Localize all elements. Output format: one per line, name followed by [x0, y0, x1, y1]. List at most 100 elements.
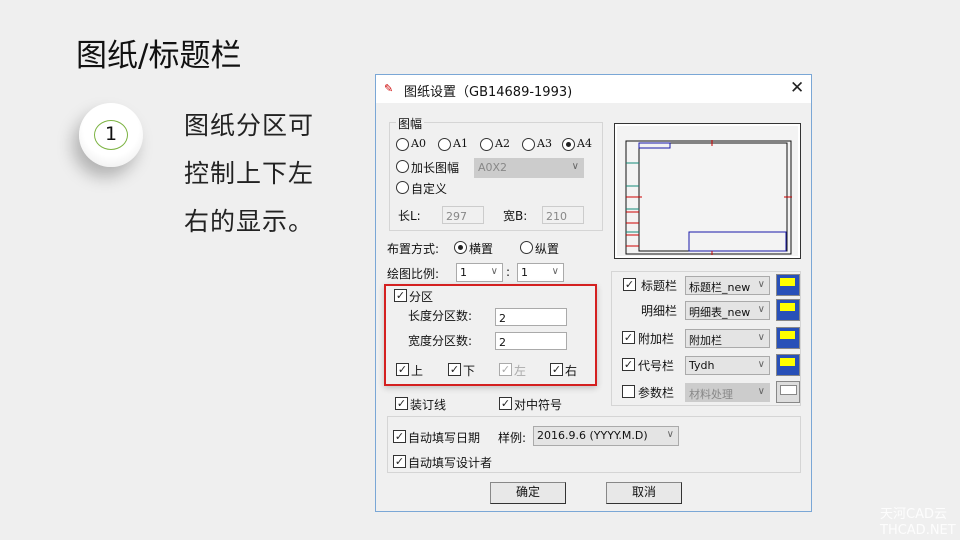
- block-value: 材料处理: [689, 388, 733, 401]
- block-checkbox[interactable]: ✓: [622, 331, 635, 344]
- portrait-label: 纵置: [535, 242, 560, 256]
- edit-block-icon[interactable]: [776, 327, 800, 349]
- center-mark-checkbox[interactable]: ✓: [499, 397, 512, 410]
- auto-date-label: 自动填写日期: [408, 431, 481, 445]
- zone-length-input[interactable]: 2: [495, 308, 567, 326]
- block-value: 明细表_new: [689, 306, 751, 319]
- extended-label: 加长图幅: [411, 161, 460, 175]
- block-select[interactable]: 附加栏 ∨: [685, 329, 770, 348]
- description-line: 图纸分区可: [184, 111, 315, 140]
- custom-radio[interactable]: [396, 181, 409, 194]
- paper-size-group-label: 图幅: [396, 115, 425, 132]
- step-badge: 1: [79, 103, 143, 167]
- size-label: A0: [411, 137, 426, 150]
- date-format-select[interactable]: 2016.9.6 (YYYY.M.D) ∨: [533, 426, 679, 446]
- binding-checkbox[interactable]: ✓: [395, 397, 408, 410]
- landscape-label: 横置: [469, 242, 494, 256]
- size-radio-a3[interactable]: [522, 138, 535, 151]
- edit-block-icon[interactable]: [776, 354, 800, 376]
- size-radio-a0[interactable]: [396, 138, 409, 151]
- length-input[interactable]: 297: [442, 206, 484, 224]
- block-label: 明细栏: [641, 304, 678, 318]
- size-radio-a1[interactable]: [438, 138, 451, 151]
- auto-designer-checkbox[interactable]: ✓: [393, 455, 406, 468]
- drawing-preview: [614, 123, 801, 259]
- side-label: 左: [514, 364, 527, 378]
- width-label: 宽B:: [503, 209, 528, 223]
- chevron-down-icon: ∨: [757, 332, 765, 343]
- side-label: 右: [565, 364, 578, 378]
- custom-label: 自定义: [411, 182, 448, 196]
- auto-date-checkbox[interactable]: ✓: [393, 430, 406, 443]
- size-label: A3: [537, 137, 552, 150]
- watermark-en: THCAD.NET: [880, 523, 956, 538]
- block-checkbox[interactable]: ✓: [623, 278, 636, 291]
- extended-radio[interactable]: [396, 160, 409, 173]
- size-radio-a2[interactable]: [480, 138, 493, 151]
- side-checkbox-2: ✓: [499, 363, 512, 376]
- block-checkbox[interactable]: ✓: [622, 358, 635, 371]
- chevron-down-icon: ∨: [666, 429, 674, 440]
- scale-right-select[interactable]: 1 ∨: [517, 263, 564, 282]
- close-button[interactable]: ✕: [790, 78, 804, 98]
- size-label: A1: [453, 137, 468, 150]
- zone-width-label: 宽度分区数:: [408, 334, 473, 348]
- zone-width-input[interactable]: 2: [495, 332, 567, 350]
- chevron-down-icon: ∨: [757, 304, 765, 315]
- scale-left-select[interactable]: 1 ∨: [456, 263, 503, 282]
- block-label: 附加栏: [638, 332, 675, 346]
- length-label: 长L:: [398, 209, 421, 223]
- sample-label: 样例:: [498, 431, 527, 445]
- description: 图纸分区可 控制上下左 右的显示。: [184, 102, 314, 246]
- block-select[interactable]: 标题栏_new ∨: [685, 276, 770, 295]
- drawing-settings-dialog: ✎ 图纸设置（GB14689-1993) ✕ 图幅 加长图幅 A0X2 ∨ 自定义…: [375, 74, 812, 512]
- block-select: 材料处理 ∨: [685, 383, 770, 402]
- dialog-title: 图纸设置（GB14689-1993): [404, 85, 573, 100]
- extended-select[interactable]: A0X2 ∨: [474, 158, 584, 178]
- title-bar: ✎ 图纸设置（GB14689-1993) ✕: [376, 75, 811, 103]
- size-label: A4: [577, 137, 592, 150]
- step-number: 1: [94, 120, 128, 150]
- side-label: 下: [463, 364, 476, 378]
- edit-block-icon[interactable]: [776, 299, 800, 321]
- edit-block-icon: [776, 381, 800, 403]
- block-checkbox[interactable]: [622, 385, 635, 398]
- cancel-button[interactable]: 取消: [606, 482, 682, 504]
- block-value: Tydh: [689, 359, 715, 372]
- side-checkbox-0[interactable]: ✓: [396, 363, 409, 376]
- auto-designer-label: 自动填写设计者: [408, 456, 493, 470]
- block-label: 标题栏: [641, 279, 678, 293]
- side-checkbox-1[interactable]: ✓: [448, 363, 461, 376]
- block-select[interactable]: Tydh ∨: [685, 356, 770, 375]
- zone-label: 分区: [409, 290, 434, 304]
- chevron-down-icon: ∨: [551, 266, 559, 277]
- chevron-down-icon: ∨: [757, 279, 765, 290]
- zone-length-label: 长度分区数:: [408, 309, 473, 323]
- portrait-radio[interactable]: [520, 241, 533, 254]
- extended-value: A0X2: [478, 161, 508, 174]
- size-radio-a4[interactable]: [562, 138, 575, 151]
- zone-checkbox[interactable]: ✓: [394, 289, 407, 302]
- app-icon: ✎: [384, 82, 394, 95]
- chevron-down-icon: ∨: [490, 266, 498, 277]
- side-label: 上: [411, 364, 424, 378]
- chevron-down-icon: ∨: [757, 359, 765, 370]
- chevron-down-icon: ∨: [757, 386, 765, 397]
- side-checkbox-3[interactable]: ✓: [550, 363, 563, 376]
- slide-title: 图纸/标题栏: [76, 38, 242, 74]
- block-select[interactable]: 明细表_new ∨: [685, 301, 770, 320]
- size-label: A2: [495, 137, 510, 150]
- width-input[interactable]: 210: [542, 206, 584, 224]
- layout-label: 布置方式:: [387, 242, 440, 256]
- center-mark-label: 对中符号: [514, 398, 563, 412]
- scale-left-value: 1: [460, 266, 467, 279]
- landscape-radio[interactable]: [454, 241, 467, 254]
- edit-block-icon[interactable]: [776, 274, 800, 296]
- binding-label: 装订线: [410, 398, 447, 412]
- ok-button[interactable]: 确定: [490, 482, 566, 504]
- scale-right-value: 1: [521, 266, 528, 279]
- block-value: 附加栏: [689, 334, 722, 347]
- block-label: 代号栏: [638, 359, 675, 373]
- scale-separator: :: [506, 265, 511, 279]
- date-format-value: 2016.9.6 (YYYY.M.D): [537, 429, 648, 442]
